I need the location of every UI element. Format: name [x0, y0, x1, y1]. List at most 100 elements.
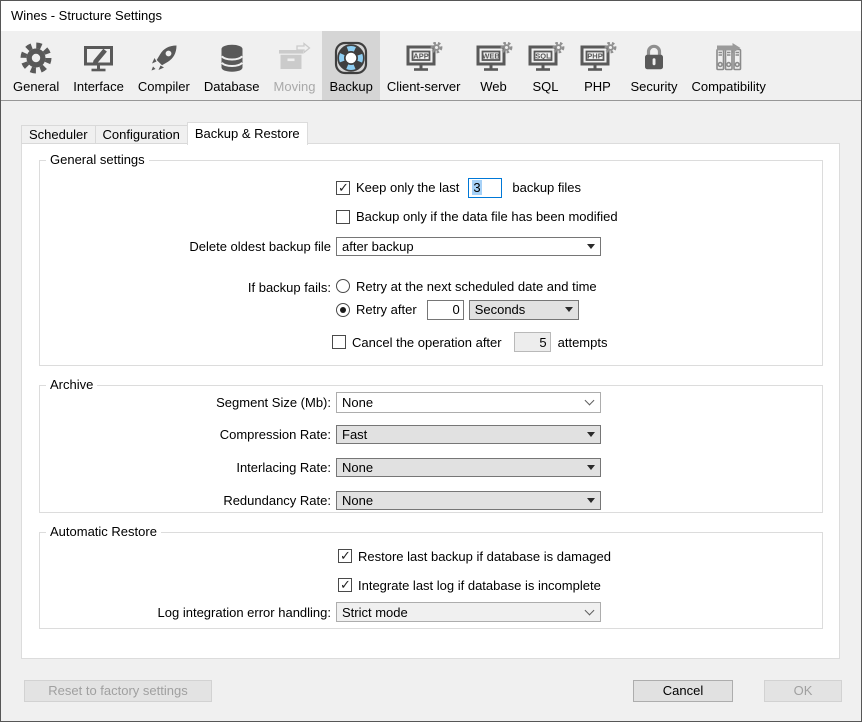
retry-after-unit-combobox[interactable]: Seconds — [469, 300, 579, 320]
group-legend: Automatic Restore — [46, 524, 161, 539]
toolbar-label: Database — [204, 79, 260, 94]
segment-size-value: None — [342, 395, 580, 410]
toolbar-button-compiler[interactable]: Compiler — [131, 31, 197, 100]
toolbar: General Interface — [1, 31, 861, 101]
cancel-button[interactable]: Cancel — [633, 680, 733, 702]
integrate-log-label: Integrate last log if database is incomp… — [358, 578, 601, 593]
toolbar-button-security[interactable]: Security — [624, 31, 685, 100]
web-monitor-icon: WEB — [475, 38, 513, 78]
toolbar-label: Web — [480, 79, 507, 94]
compression-rate-label: Compression Rate: — [11, 427, 331, 442]
svg-text:SQL: SQL — [535, 52, 551, 61]
toolbar-label: Compiler — [138, 79, 190, 94]
svg-text:WEB: WEB — [482, 52, 500, 61]
log-error-value: Strict mode — [342, 605, 580, 620]
chevron-down-icon — [585, 396, 595, 406]
only-modified-label: Backup only if the data file has been mo… — [356, 209, 618, 224]
toolbar-label: Backup — [329, 79, 372, 94]
integrate-log-checkbox[interactable] — [338, 578, 352, 592]
lock-icon — [638, 38, 670, 78]
dropdown-arrow-icon — [565, 307, 573, 312]
toolbar-label: Interface — [73, 79, 124, 94]
toolbar-button-web[interactable]: WEB Web — [468, 31, 520, 100]
segment-size-label: Segment Size (Mb): — [11, 395, 331, 410]
toolbar-button-database[interactable]: Database — [197, 31, 267, 100]
retry-scheduled-row: Retry at the next scheduled date and tim… — [336, 277, 597, 295]
toolbar-label: Client-server — [387, 79, 461, 94]
interlacing-rate-value: None — [342, 460, 581, 475]
toolbar-button-client-server[interactable]: APP Client-server — [380, 31, 468, 100]
log-error-combobox[interactable]: Strict mode — [336, 602, 601, 622]
delete-oldest-combobox[interactable]: after backup — [336, 237, 601, 256]
retry-after-radio[interactable] — [336, 303, 350, 317]
compression-rate-combobox[interactable]: Fast — [336, 425, 601, 444]
dropdown-arrow-icon — [587, 432, 595, 437]
restore-backup-label: Restore last backup if database is damag… — [358, 549, 611, 564]
restore-backup-row: Restore last backup if database is damag… — [338, 547, 611, 565]
only-modified-checkbox[interactable] — [336, 210, 350, 224]
tab-backup-restore[interactable]: Backup & Restore — [187, 122, 308, 145]
keep-last-row: Keep only the last 3 backup files — [336, 177, 581, 198]
toolbar-button-php[interactable]: PHP PHP — [572, 31, 624, 100]
log-error-label: Log integration error handling: — [11, 605, 331, 620]
keep-last-count-input[interactable]: 3 — [468, 178, 502, 198]
compression-rate-value: Fast — [342, 427, 581, 442]
keep-last-checkbox[interactable] — [336, 181, 350, 195]
chevron-down-icon — [585, 605, 595, 615]
cancel-after-label: Cancel the operation after — [352, 335, 502, 350]
svg-text:PHP: PHP — [587, 52, 602, 61]
retry-scheduled-label: Retry at the next scheduled date and tim… — [356, 279, 597, 294]
retry-after-label: Retry after — [356, 302, 417, 317]
tab-scheduler[interactable]: Scheduler — [21, 125, 96, 144]
toolbar-label: PHP — [584, 79, 611, 94]
rocket-icon — [148, 38, 180, 78]
window-title: Wines - Structure Settings — [11, 1, 162, 31]
integrate-log-row: Integrate last log if database is incomp… — [338, 576, 601, 594]
cancel-after-checkbox[interactable] — [332, 335, 346, 349]
segment-size-combobox[interactable]: None — [336, 392, 601, 413]
toolbar-button-sql[interactable]: SQL SQL — [520, 31, 572, 100]
sql-monitor-icon: SQL — [527, 38, 565, 78]
redundancy-rate-value: None — [342, 493, 581, 508]
toolbar-label: Moving — [274, 79, 316, 94]
delete-oldest-label: Delete oldest backup file — [11, 239, 331, 254]
restore-backup-checkbox[interactable] — [338, 549, 352, 563]
gear-icon — [20, 38, 52, 78]
toolbar-button-interface[interactable]: Interface — [66, 31, 131, 100]
tab-strip: Scheduler Configuration Backup & Restore — [21, 122, 307, 144]
cancel-after-attempts-input[interactable]: 5 — [514, 332, 551, 352]
only-modified-row: Backup only if the data file has been mo… — [336, 206, 618, 227]
moving-box-icon — [277, 38, 311, 78]
retry-after-row: Retry after 0 Seconds — [336, 299, 579, 320]
toolbar-button-moving[interactable]: Moving — [267, 31, 323, 100]
ok-button[interactable]: OK — [764, 680, 842, 702]
dropdown-arrow-icon — [587, 498, 595, 503]
reset-factory-button[interactable]: Reset to factory settings — [24, 680, 212, 702]
svg-text:APP: APP — [413, 52, 428, 61]
toolbar-button-backup[interactable]: Backup — [322, 31, 379, 100]
interlacing-rate-label: Interlacing Rate: — [11, 460, 331, 475]
tab-configuration[interactable]: Configuration — [95, 125, 188, 144]
if-backup-fails-label: If backup fails: — [11, 280, 331, 295]
redundancy-rate-label: Redundancy Rate: — [11, 493, 331, 508]
interlacing-rate-combobox[interactable]: None — [336, 458, 601, 477]
database-icon — [216, 38, 248, 78]
php-monitor-icon: PHP — [579, 38, 617, 78]
binders-arrow-icon — [710, 38, 748, 78]
toolbar-label: Security — [631, 79, 678, 94]
retry-after-value: 0 — [452, 302, 459, 317]
redundancy-rate-combobox[interactable]: None — [336, 491, 601, 510]
structure-settings-dialog: Wines - Structure Settings General — [0, 0, 862, 722]
app-monitor-icon: APP — [405, 38, 443, 78]
toolbar-label: SQL — [532, 79, 558, 94]
delete-oldest-value: after backup — [342, 239, 581, 254]
cancel-after-row: Cancel the operation after 5 attempts — [332, 332, 607, 352]
lifering-icon — [334, 38, 368, 78]
dropdown-arrow-icon — [587, 465, 595, 470]
toolbar-button-compatibility[interactable]: Compatibility — [684, 31, 772, 100]
keep-last-suffix: backup files — [512, 180, 581, 195]
retry-scheduled-radio[interactable] — [336, 279, 350, 293]
cancel-after-attempts-value: 5 — [539, 335, 546, 350]
retry-after-value-input[interactable]: 0 — [427, 300, 464, 320]
toolbar-button-general[interactable]: General — [6, 31, 66, 100]
